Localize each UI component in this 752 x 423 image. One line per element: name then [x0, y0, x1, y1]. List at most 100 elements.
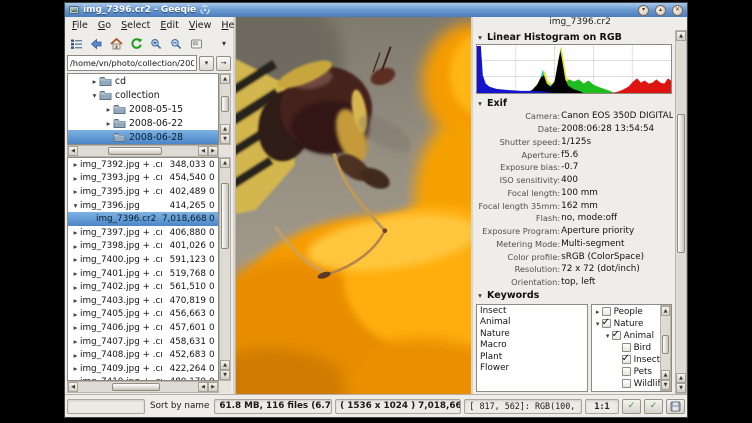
keyword-entry[interactable]: Insect [480, 306, 584, 318]
file-row[interactable]: img_7396.cr2 7,018,668 0 [68, 212, 218, 226]
expander-icon[interactable]: ▾ [71, 201, 80, 210]
expander-icon[interactable]: ▾ [594, 320, 602, 328]
collapse-icon[interactable]: ▾ [476, 33, 484, 42]
keyword-entry[interactable]: Plant [480, 352, 584, 364]
scroll-left-icon[interactable]: ◀ [68, 382, 78, 392]
keywords-tree-vscrollbar[interactable]: ▲ ▲ ▼ [660, 305, 671, 392]
file-row[interactable]: ▸ img_7408.jpg + .cr2 452,683 0 [68, 348, 218, 362]
file-row[interactable]: ▸ img_7392.jpg + .cr2 348,033 0 [68, 158, 218, 172]
keyword-entry[interactable]: Animal [480, 317, 584, 329]
expander-icon[interactable]: ▸ [71, 283, 80, 292]
sidebar-vscrollbar[interactable]: ▲ ▲ ▼ [675, 30, 687, 394]
file-row[interactable]: ▸ img_7393.jpg + .cr2 454,540 0 [68, 172, 218, 186]
home-icon[interactable] [107, 36, 125, 52]
expander-icon[interactable]: ▸ [71, 310, 80, 319]
expander-icon[interactable]: ▸ [71, 351, 80, 360]
expander-icon[interactable]: ▸ [71, 269, 80, 278]
maximize-button[interactable]: ▴ [655, 5, 666, 16]
folder-row[interactable]: ▸ 2008-06-22 [68, 116, 218, 130]
keyword-checkbox[interactable] [622, 355, 631, 364]
keyword-tree-row[interactable]: ▸ People [592, 306, 660, 318]
expander-icon[interactable]: ▸ [104, 119, 113, 128]
file-list-vscrollbar[interactable]: ▲ ▲ ▼ [219, 157, 231, 381]
scroll-right-icon[interactable]: ▶ [208, 146, 218, 156]
scroll-up-icon[interactable]: ▲ [220, 124, 230, 134]
zoom-in-icon[interactable] [147, 36, 165, 52]
keyword-entry[interactable]: Flower [480, 363, 584, 375]
keyword-checkbox[interactable] [602, 319, 611, 328]
folder-row[interactable]: ▸ cd [68, 74, 218, 88]
keywords-list[interactable]: InsectAnimalNatureMacroPlantFlower [476, 304, 588, 393]
file-row[interactable]: ▾ img_7396.jpg 414,265 0 [68, 199, 218, 213]
back-icon[interactable] [87, 36, 105, 52]
float-view-icon[interactable] [187, 36, 205, 52]
folder-tree-vscrollbar[interactable]: ▲ ▲ ▼ [219, 73, 231, 145]
path-input[interactable] [67, 55, 197, 71]
scroll-track[interactable] [78, 146, 198, 156]
keyword-tree-row[interactable]: ▾ Nature [592, 318, 660, 330]
folder-row[interactable]: ▸ 2008-05-15 [68, 102, 218, 116]
expander-icon[interactable]: ▸ [71, 242, 80, 251]
image-view[interactable] [235, 17, 471, 394]
scroll-up-icon[interactable]: ▲ [676, 31, 686, 41]
keyword-tree-row[interactable]: Zoo [592, 390, 660, 393]
scroll-thumb[interactable] [221, 96, 229, 112]
keyword-tree-row[interactable]: Bird [592, 342, 660, 354]
expander-icon[interactable]: ▸ [71, 323, 80, 332]
view-list-icon[interactable] [67, 36, 85, 52]
file-list-hscrollbar[interactable]: ◀ ◀ ▶ [67, 381, 219, 393]
scroll-right-icon[interactable]: ▶ [208, 382, 218, 392]
scroll-track[interactable] [220, 84, 230, 124]
file-row[interactable]: ▸ img_7395.jpg + .cr2 402,489 0 [68, 185, 218, 199]
scroll-up-icon[interactable]: ▲ [220, 74, 230, 84]
keyword-tree-row[interactable]: ▾ Animal [592, 330, 660, 342]
expander-icon[interactable]: ▾ [90, 91, 99, 100]
scroll-track[interactable] [661, 316, 670, 371]
path-dropdown-icon[interactable]: ▾ [199, 56, 214, 71]
expander-icon[interactable]: ▸ [71, 255, 80, 264]
scroll-up-icon[interactable]: ▲ [220, 360, 230, 370]
title-bar[interactable]: img_7396.cr2 - Geeqie ▾ ▴ ✕ [65, 3, 687, 17]
keyword-checkbox[interactable] [622, 391, 631, 392]
expander-icon[interactable]: ▸ [594, 308, 602, 316]
expander-icon[interactable]: ▸ [71, 160, 80, 169]
expander-icon[interactable]: ▸ [104, 105, 113, 114]
folder-row[interactable]: ▾ collection [68, 88, 218, 102]
scroll-thumb[interactable] [112, 383, 160, 391]
folder-row[interactable]: 2008-06-28 [68, 130, 218, 144]
minimize-button[interactable]: ▾ [638, 5, 649, 16]
toolbar-overflow-icon[interactable]: ▾ [217, 39, 231, 48]
keyword-checkbox[interactable] [622, 343, 631, 352]
menu-item[interactable]: Go [93, 19, 116, 32]
keyword-tree-row[interactable]: Wildlife [592, 378, 660, 390]
expander-icon[interactable]: ▸ [71, 174, 80, 183]
close-button[interactable]: ✕ [672, 5, 683, 16]
file-row[interactable]: ▸ img_7409.jpg + .cr2 422,264 0 [68, 362, 218, 376]
scroll-track[interactable] [220, 168, 230, 360]
scroll-thumb[interactable] [108, 147, 162, 155]
file-row[interactable]: ▸ img_7400.jpg + .cr2 591,123 0 [68, 253, 218, 267]
refresh-icon[interactable] [127, 36, 145, 52]
histogram[interactable] [476, 44, 672, 94]
keyword-apply-button[interactable]: ✓ [622, 399, 641, 414]
scroll-down-icon[interactable]: ▼ [220, 134, 230, 144]
keyword-entry[interactable]: Macro [480, 340, 584, 352]
scroll-up-icon[interactable]: ▲ [676, 373, 686, 383]
scroll-thumb[interactable] [662, 335, 669, 354]
expander-icon[interactable]: ▸ [90, 77, 99, 86]
collapse-icon[interactable]: ▾ [476, 291, 484, 300]
file-row[interactable]: ▸ img_7397.jpg + .cr2 406,880 0 [68, 226, 218, 240]
save-metadata-button[interactable] [666, 399, 685, 414]
folder-tree-hscrollbar[interactable]: ◀ ◀ ▶ [67, 145, 219, 157]
file-row[interactable]: ▸ img_7401.jpg + .cr2 519,768 0 [68, 267, 218, 281]
scroll-thumb[interactable] [221, 183, 229, 248]
file-row[interactable]: ▸ img_7405.jpg + .cr2 456,663 0 [68, 308, 218, 322]
scroll-left-icon[interactable]: ◀ [198, 146, 208, 156]
expander-icon[interactable]: ▸ [71, 364, 80, 373]
scroll-up-icon[interactable]: ▲ [220, 158, 230, 168]
menu-item[interactable]: Select [116, 19, 155, 32]
zoom-out-icon[interactable] [167, 36, 185, 52]
histogram-section-header[interactable]: ▾ Linear Histogram on RGB [473, 30, 675, 44]
scroll-thumb[interactable] [677, 114, 685, 253]
keyword-checkbox[interactable] [612, 331, 621, 340]
